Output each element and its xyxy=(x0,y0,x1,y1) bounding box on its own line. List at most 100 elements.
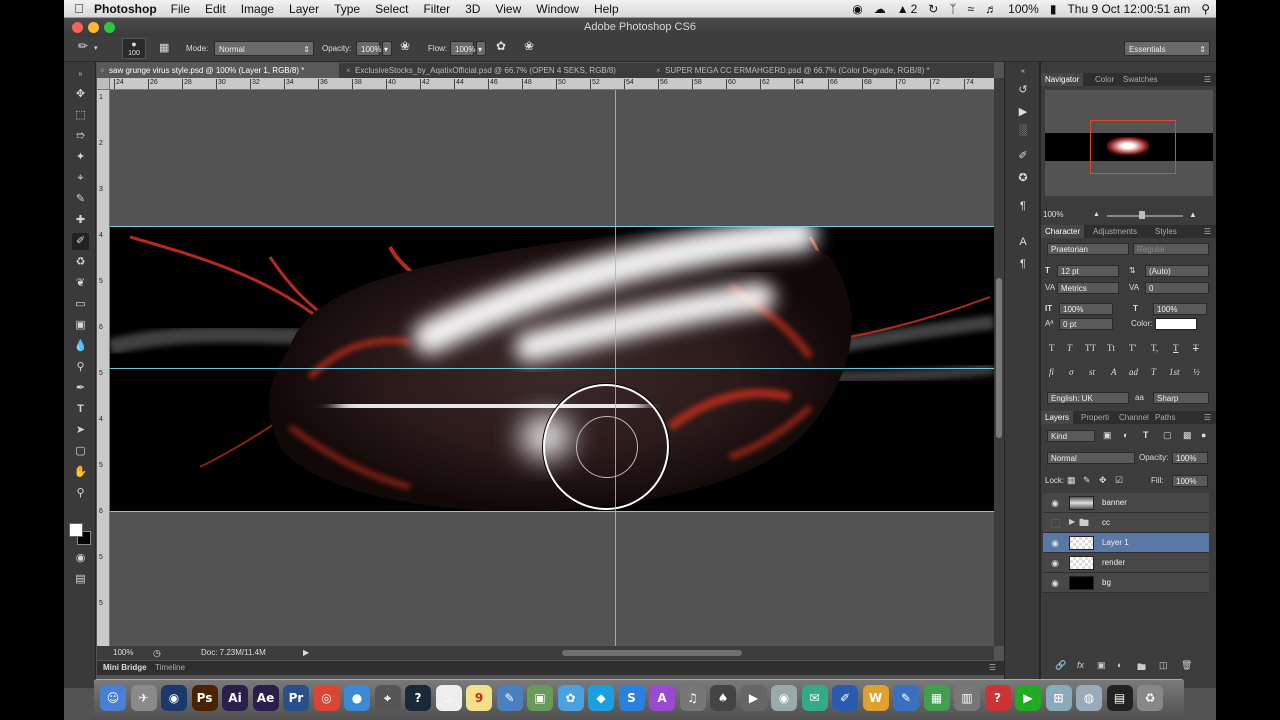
tab-color[interactable]: Color xyxy=(1091,73,1118,86)
bluetooth-icon[interactable]: ᛉ xyxy=(949,2,956,16)
layer-row-bg[interactable]: ◉ bg xyxy=(1043,573,1209,593)
tab-layers[interactable]: Layers xyxy=(1041,411,1074,424)
clone-stamp-tool-icon[interactable]: ♻ xyxy=(72,254,89,271)
filter-toggle-icon[interactable]: ● xyxy=(1201,430,1206,440)
visibility-eye-icon[interactable]: ◉ xyxy=(1049,497,1061,509)
lock-all-icon[interactable]: ☑ xyxy=(1115,475,1123,486)
close-tab-icon[interactable]: × xyxy=(346,63,351,78)
tab-paths[interactable]: Paths xyxy=(1151,411,1179,424)
ruler-origin[interactable] xyxy=(97,78,110,90)
blur-tool-icon[interactable]: 💧 xyxy=(72,338,89,355)
menu-image[interactable]: Image xyxy=(241,2,274,16)
layer-name[interactable]: bg xyxy=(1102,573,1111,593)
titling-alternates-button[interactable]: T xyxy=(1151,367,1156,377)
contextual-alternates-button[interactable]: σ xyxy=(1069,367,1073,377)
time-machine-icon[interactable]: ↻ xyxy=(928,2,938,16)
antialias-dropdown[interactable]: Sharp xyxy=(1153,392,1209,404)
dock-disk-icon[interactable]: ⊞ xyxy=(1045,685,1072,711)
dock-text-edit-icon[interactable]: ✉ xyxy=(801,685,828,711)
collapse-tools-icon[interactable]: » xyxy=(72,66,89,83)
strikethrough-button[interactable]: T xyxy=(1193,343,1199,353)
layer-name[interactable]: render xyxy=(1102,553,1125,573)
tab-character[interactable]: Character xyxy=(1041,225,1085,238)
history-brush-tool-icon[interactable]: ❦ xyxy=(72,275,89,292)
dock-safari-icon[interactable]: ● xyxy=(344,685,370,711)
vertical-scrollbar[interactable] xyxy=(994,78,1004,646)
paragraph-styles-panel-icon[interactable]: ¶ xyxy=(1014,256,1032,272)
visibility-eye-icon[interactable]: ◉ xyxy=(1049,577,1061,589)
layer-name[interactable]: banner xyxy=(1102,493,1127,513)
dock-launchpad-icon[interactable]: ✈ xyxy=(130,685,157,711)
layer-mask-icon[interactable]: ▣ xyxy=(1097,660,1106,671)
guide-horizontal-middle[interactable] xyxy=(110,368,994,369)
tab-super-mega-cc[interactable]: × SUPER MEGA CC ERMAHGERD.psd @ 66.7% (C… xyxy=(653,63,953,78)
dock-skype-icon[interactable]: ◆ xyxy=(588,685,614,711)
cloud-icon[interactable]: ☁ xyxy=(874,2,886,16)
zoom-out-icon[interactable]: ▲ xyxy=(1093,209,1100,221)
stylistic-alternates-button[interactable]: ad xyxy=(1129,367,1138,377)
menu-select[interactable]: Select xyxy=(375,2,408,16)
dock-word-icon[interactable]: ✐ xyxy=(832,685,858,711)
brush-size-picker[interactable]: ● 100 xyxy=(122,38,146,59)
dock-cinema-4d-icon[interactable]: Pr xyxy=(283,685,309,711)
airbrush-icon[interactable]: ✿ xyxy=(496,39,506,54)
dock-itunes-icon[interactable]: A xyxy=(649,685,675,711)
layer-style-icon[interactable]: fx xyxy=(1077,660,1084,670)
tab-properties[interactable]: Properti xyxy=(1077,411,1113,424)
panel-menu-icon[interactable]: ☰ xyxy=(1200,411,1215,424)
navigator-thumbnail[interactable] xyxy=(1045,90,1213,196)
dodge-tool-icon[interactable]: ⚲ xyxy=(72,359,89,376)
close-window-button[interactable] xyxy=(72,22,83,33)
panel-menu-icon[interactable]: ☰ xyxy=(1200,73,1215,86)
underline-button[interactable]: T xyxy=(1173,343,1179,353)
healing-brush-tool-icon[interactable]: ✚ xyxy=(72,212,89,229)
opacity-field[interactable]: 100% xyxy=(356,41,381,56)
navigator-zoom-handle[interactable] xyxy=(1139,211,1145,219)
tool-preset-arrow-icon[interactable]: ▾ xyxy=(94,41,98,56)
dock-help-icon[interactable]: ▥ xyxy=(954,685,980,711)
dock-mail-icon[interactable]: ◉ xyxy=(771,685,797,711)
lock-transparent-icon[interactable]: ▦ xyxy=(1067,475,1076,486)
dock-camera-icon[interactable]: ? xyxy=(984,685,1011,711)
type-tool-icon[interactable]: T xyxy=(72,401,89,418)
dock-premiere-icon[interactable]: Ae xyxy=(252,685,279,711)
ligatures-button[interactable]: fi xyxy=(1049,367,1054,377)
brush-presets-panel-icon[interactable]: ✐ xyxy=(1014,148,1032,164)
all-caps-button[interactable]: TT xyxy=(1085,343,1096,353)
dock-photos-icon[interactable]: ▣ xyxy=(527,685,553,711)
horizontal-ruler[interactable]: 24 26 28 30 32 34 36 38 40 42 44 46 48 50 52 54 56 58 60 62… xyxy=(110,78,994,90)
quick-selection-tool-icon[interactable]: ✦ xyxy=(72,149,89,166)
history-panel-icon[interactable]: ↺ xyxy=(1014,82,1032,98)
dock-numbers-icon[interactable]: ▦ xyxy=(923,685,950,711)
scroll-thumb[interactable] xyxy=(996,278,1002,438)
dock-help-icon[interactable]: ⌖ xyxy=(374,685,401,711)
collapse-icons-icon[interactable]: « xyxy=(1014,64,1032,80)
filter-shape-icon[interactable]: ▢ xyxy=(1163,430,1172,441)
brushes-panel-icon[interactable]: ░ xyxy=(1014,122,1032,138)
hand-tool-icon[interactable]: ✋ xyxy=(72,464,89,481)
dock-pages-icon[interactable]: W xyxy=(862,685,889,711)
small-caps-button[interactable]: Tt xyxy=(1107,343,1115,353)
character-styles-panel-icon[interactable]: A xyxy=(1014,234,1032,250)
flow-arrow-button[interactable]: ▾ xyxy=(476,41,486,56)
fractions-button[interactable]: ½ xyxy=(1193,367,1200,377)
visibility-eye-icon[interactable]: ◉ xyxy=(1049,537,1061,549)
close-tab-icon[interactable]: × xyxy=(656,63,661,78)
dock-steam-icon[interactable]: ? xyxy=(405,685,431,711)
volume-icon[interactable]: ♬ xyxy=(985,2,997,16)
zoom-tool-icon[interactable]: ⚲ xyxy=(72,485,89,502)
dock-chrome-icon[interactable]: ◎ xyxy=(313,685,340,711)
delete-layer-icon[interactable]: 🗑 xyxy=(1181,660,1192,671)
record-icon[interactable]: ◉ xyxy=(852,2,862,16)
gradient-tool-icon[interactable]: ▣ xyxy=(72,317,89,334)
battery-label[interactable]: 100% xyxy=(1008,2,1039,16)
lasso-tool-icon[interactable]: ➱ xyxy=(72,128,89,145)
flow-field[interactable]: 100% xyxy=(450,41,475,56)
zoom-in-icon[interactable]: ▲ xyxy=(1189,209,1197,221)
tab-swatches[interactable]: Swatches xyxy=(1119,73,1162,86)
new-layer-icon[interactable]: ◫ xyxy=(1159,660,1168,671)
blend-mode-dropdown[interactable]: Normal xyxy=(1047,452,1135,464)
new-group-icon[interactable]: 🖿 xyxy=(1137,660,1146,676)
close-tab-icon[interactable]: × xyxy=(100,63,105,78)
dock-app-store-icon[interactable]: S xyxy=(618,685,645,711)
